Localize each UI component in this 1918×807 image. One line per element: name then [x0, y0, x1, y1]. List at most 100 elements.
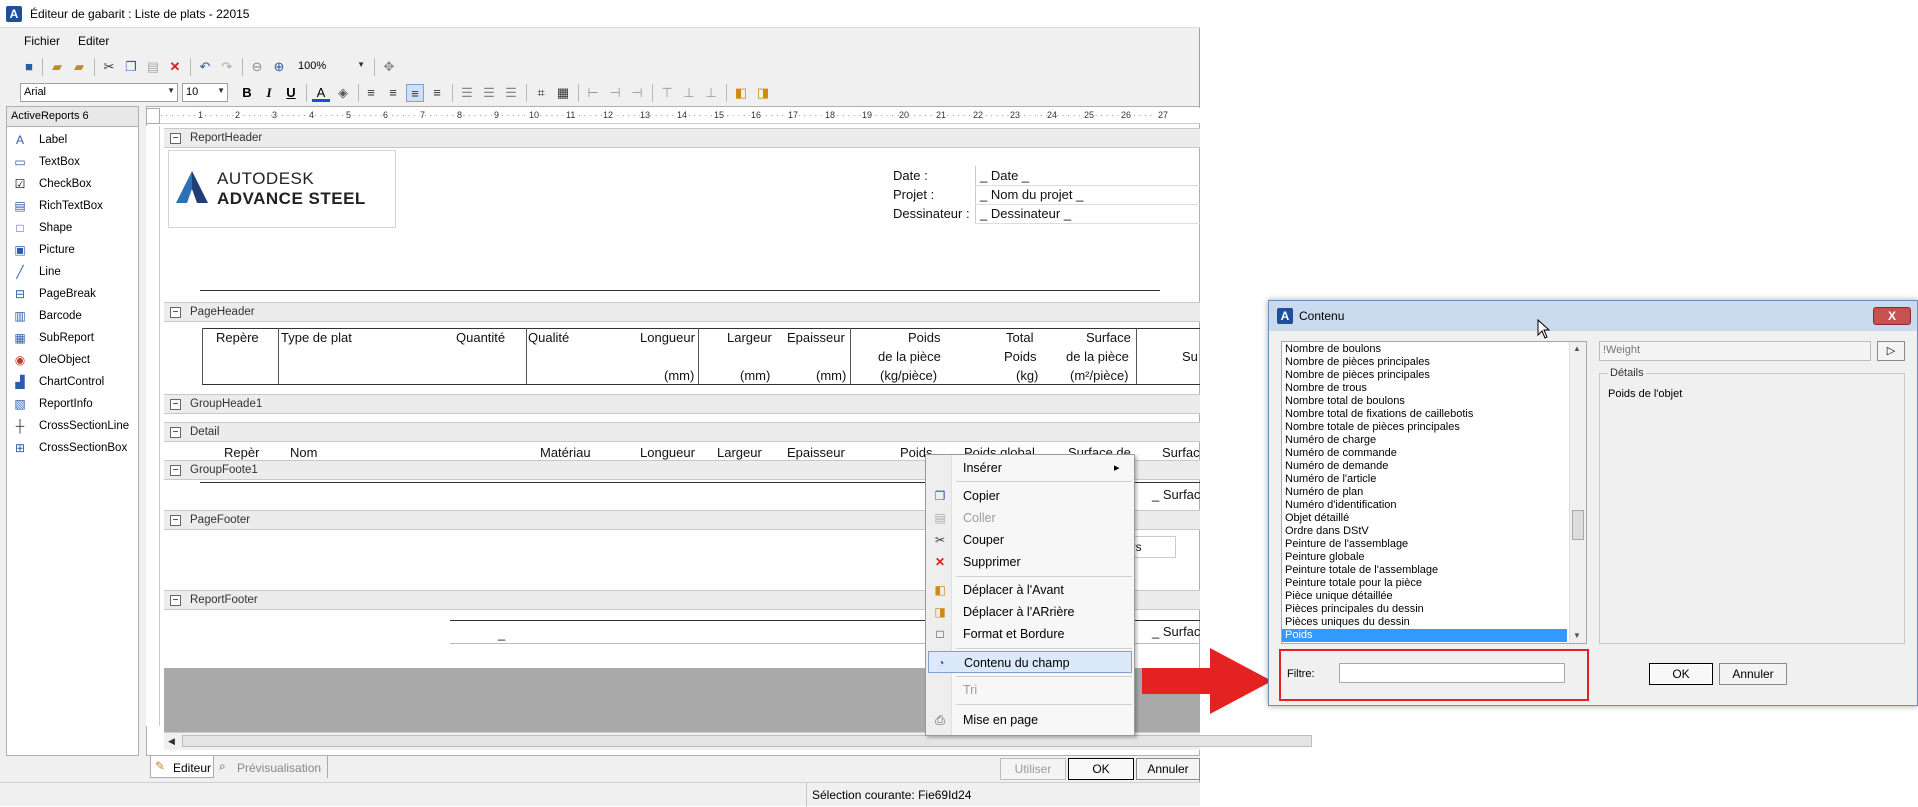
detail-surfa[interactable]: Surfac [1162, 445, 1200, 460]
align-bottoms-icon[interactable]: ⊥ [702, 84, 720, 102]
list-item[interactable]: Peinture totale de l'assemblage [1285, 564, 1565, 577]
col-repere[interactable]: Repère [216, 330, 259, 345]
section-groupheader[interactable]: − GroupHeade1 [164, 394, 1200, 414]
undo-icon[interactable]: ↶ [196, 58, 214, 76]
list-item[interactable]: Numéro de plan [1285, 486, 1565, 499]
toolbox-item-oleobject[interactable]: ◉ OleObject [11, 351, 136, 371]
groupfooter-surfac[interactable]: _ Surfac [1152, 487, 1200, 502]
col-qualite[interactable]: Qualité [528, 330, 569, 345]
list-item[interactable]: Numéro de charge [1285, 434, 1565, 447]
utiliser-button[interactable]: Utiliser [1000, 758, 1066, 780]
detail-materiau[interactable]: Matériau [540, 445, 591, 460]
project-field[interactable]: _ Nom du projet _ [980, 187, 1083, 202]
font-size-combo[interactable]: 10 ▼ [182, 83, 228, 102]
toolbox-item-crosssectionline[interactable]: ┼ CrossSectionLine [11, 417, 136, 437]
toolbox-item-pagebreak[interactable]: ⊟ PageBreak [11, 285, 136, 305]
toolbox-item-picture[interactable]: ▣ Picture [11, 241, 136, 261]
col-poids-1[interactable]: Poids [908, 330, 941, 345]
list-item[interactable]: Pièces principales du dessin [1285, 603, 1565, 616]
list-item[interactable]: Numéro de demande [1285, 460, 1565, 473]
zoom-in-icon[interactable]: ⊕ [270, 58, 288, 76]
drawer-field[interactable]: _ Dessinateur _ [980, 206, 1071, 221]
menu-item-mise-en-page[interactable]: ⎙ Mise en page [928, 709, 1132, 731]
scroll-down-icon[interactable]: ▼ [1573, 631, 1581, 640]
menu-item-contenu-du-champ[interactable]: ◔ Contenu du champ [928, 651, 1132, 673]
list-item[interactable]: Nombre de boulons [1285, 343, 1565, 356]
toolbox-item-reportinfo[interactable]: ▧ ReportInfo [11, 395, 136, 415]
list-item[interactable]: Ordre dans DStV [1285, 525, 1565, 538]
filter-input[interactable] [1339, 663, 1565, 683]
col-surface-3[interactable]: (m²/pièce) [1070, 368, 1129, 383]
list-scrollbar[interactable]: ▲ ▼ [1569, 342, 1586, 643]
menu-item-inserer[interactable]: Insérer ▸ [928, 457, 1132, 479]
header-separator-line[interactable] [200, 290, 1160, 291]
collapse-icon[interactable]: − [170, 399, 181, 410]
list-item[interactable]: Nombre total de boulons [1285, 395, 1565, 408]
menu-item-format-bordure[interactable]: □ Format et Bordure [928, 623, 1132, 645]
italic-button[interactable]: I [260, 84, 278, 102]
numbering-icon[interactable]: ☰ [480, 84, 498, 102]
col-longueur-unit[interactable]: (mm) [664, 368, 694, 383]
underline-button[interactable]: U [282, 84, 300, 102]
col-largeur-unit[interactable]: (mm) [740, 368, 770, 383]
fill-color-icon[interactable]: ◈ [334, 84, 352, 102]
align-right-icon[interactable]: ≡ [406, 84, 424, 102]
list-item[interactable]: Nombre totale de pièces principales [1285, 421, 1565, 434]
autodesk-logo[interactable]: AUTODESK ADVANCE STEEL [168, 150, 396, 228]
menu-item-copier[interactable]: ❐ Copier [928, 485, 1132, 507]
scroll-up-icon[interactable]: ▲ [1573, 344, 1581, 353]
paste-icon[interactable]: ▤ [144, 58, 162, 76]
col-poids-3[interactable]: (kg/pièce) [880, 368, 937, 383]
collapse-icon[interactable]: − [170, 515, 181, 526]
list-item[interactable]: Peinture totale pour la pièce [1285, 577, 1565, 590]
detail-largeur[interactable]: Largeur [717, 445, 762, 460]
open-folder-icon[interactable]: ▰ [48, 58, 66, 76]
tab-editeur[interactable]: ✎ Editeur [150, 756, 214, 778]
menu-item-supprimer[interactable]: ✕ Supprimer [928, 551, 1132, 573]
detail-repere[interactable]: Repèr [224, 445, 259, 460]
delete-icon[interactable]: ✕ [166, 58, 184, 76]
zoom-combo[interactable]: 100% ▼ [294, 57, 368, 76]
list-item[interactable]: Peinture de l'assemblage [1285, 538, 1565, 551]
property-list[interactable]: Nombre de boulons Nombre de pièces princ… [1281, 341, 1587, 644]
reportfooter-surfac[interactable]: _ Surfac [1152, 624, 1200, 639]
section-reportheader[interactable]: − ReportHeader [164, 128, 1200, 148]
align-middles-icon[interactable]: ⊥ [680, 84, 698, 102]
collapse-icon[interactable]: − [170, 465, 181, 476]
list-item-selected[interactable]: Poids [1282, 629, 1567, 642]
toolbox-item-label[interactable]: A Label [11, 131, 136, 151]
reportfooter-underscore[interactable]: _ [498, 626, 505, 641]
copy-icon[interactable]: ❐ [122, 58, 140, 76]
detail-longueur[interactable]: Longueur [640, 445, 695, 460]
redo-icon[interactable]: ↷ [218, 58, 236, 76]
toolbox-item-subreport[interactable]: ▦ SubReport [11, 329, 136, 349]
save-icon[interactable]: ■ [20, 58, 38, 76]
bring-front-icon[interactable]: ◧ [732, 84, 750, 102]
toolbox-item-chartcontrol[interactable]: ▟ ChartControl [11, 373, 136, 393]
section-detail[interactable]: − Detail [164, 422, 1200, 442]
section-pageheader[interactable]: − PageHeader [164, 302, 1200, 322]
col-epaisseur[interactable]: Epaisseur [787, 330, 845, 345]
list-item[interactable]: Nombre total de fixations de caillebotis [1285, 408, 1565, 421]
toolbox-item-richtextbox[interactable]: ▤ RichTextBox [11, 197, 136, 217]
toolbox-item-checkbox[interactable]: ☑ CheckBox [11, 175, 136, 195]
col-surface-2[interactable]: de la pièce [1066, 349, 1129, 364]
col-largeur[interactable]: Largeur [727, 330, 772, 345]
menu-item-coller[interactable]: ▤ Coller [928, 507, 1132, 529]
list-item[interactable]: Numéro de commande [1285, 447, 1565, 460]
menu-item-tri[interactable]: Tri [928, 679, 1132, 701]
col-quantite[interactable]: Quantité [456, 330, 505, 345]
date-field[interactable]: _ Date _ [980, 168, 1029, 183]
dialog-cancel-button[interactable]: Annuler [1719, 663, 1787, 685]
col-epaisseur-unit[interactable]: (mm) [816, 368, 846, 383]
toolbox-item-textbox[interactable]: ▭ TextBox [11, 153, 136, 173]
bullets-icon[interactable]: ☰ [458, 84, 476, 102]
align-left-icon[interactable]: ≡ [362, 84, 380, 102]
tab-previsualisation[interactable]: ⌕ Prévisualisation [216, 756, 328, 778]
indent-icon[interactable]: ☰ [502, 84, 520, 102]
collapse-icon[interactable]: − [170, 307, 181, 318]
drawer-label[interactable]: Dessinateur : [893, 206, 970, 221]
collapse-icon[interactable]: − [170, 595, 181, 606]
menu-item-deplacer-avant[interactable]: ◧ Déplacer à l'Avant [928, 579, 1132, 601]
move-icon[interactable]: ✥ [380, 58, 398, 76]
